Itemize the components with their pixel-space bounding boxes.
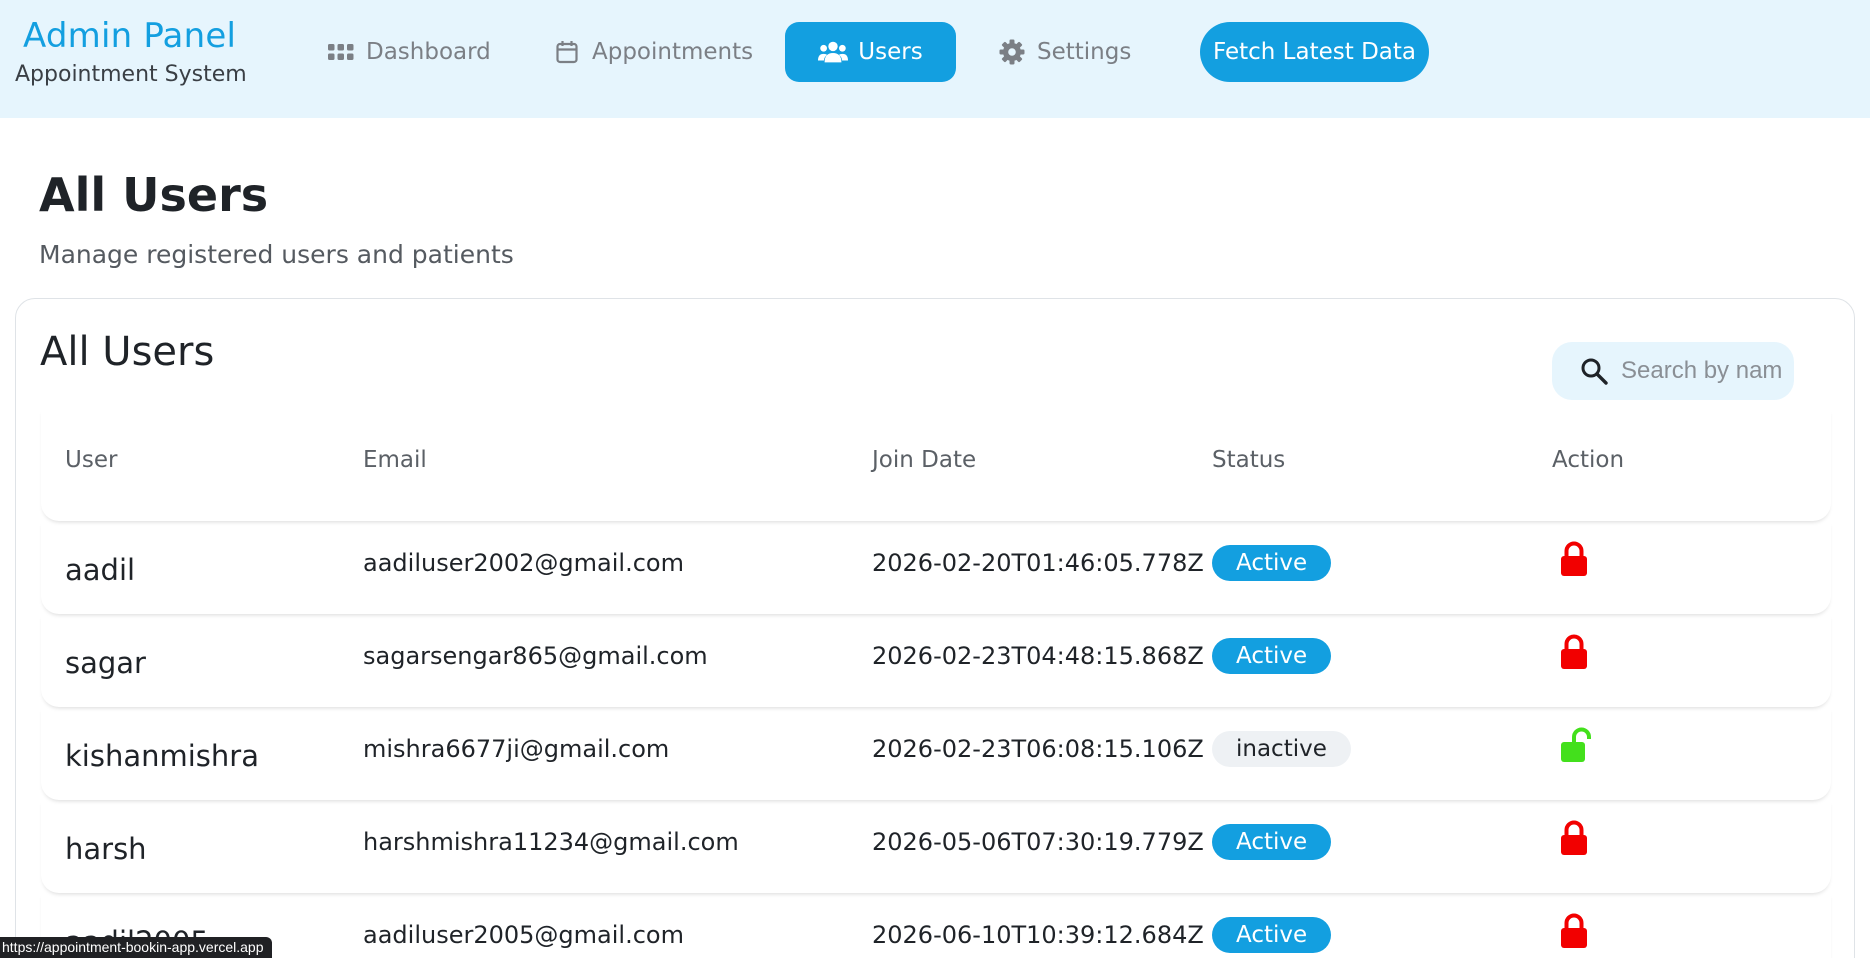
lock-icon xyxy=(1561,634,1587,669)
table-header: User Email Join Date Status Action xyxy=(41,409,1831,521)
user-name: sagar xyxy=(65,646,146,680)
status-badge: Active xyxy=(1212,638,1332,674)
table-row: harsh harshmishra11234@gmail.com 2026-05… xyxy=(41,800,1831,893)
user-name: harsh xyxy=(65,832,147,866)
search-box[interactable] xyxy=(1552,342,1794,400)
column-header-email: Email xyxy=(363,447,427,473)
gear-icon xyxy=(997,37,1027,67)
block-user-button[interactable] xyxy=(1559,539,1589,583)
nav-users-label: Users xyxy=(858,39,923,65)
status-badge: Active xyxy=(1212,545,1332,581)
brand-title: Admin Panel xyxy=(23,16,237,56)
nav-dashboard-label: Dashboard xyxy=(366,39,491,65)
user-email: sagarsengar865@gmail.com xyxy=(363,642,708,670)
lock-icon xyxy=(1561,913,1587,948)
users-table: User Email Join Date Status Action aadil… xyxy=(41,409,1831,958)
nav-settings-label: Settings xyxy=(1037,39,1132,65)
page-subtitle: Manage registered users and patients xyxy=(39,240,514,269)
page-title: All Users xyxy=(39,168,269,222)
unlock-icon xyxy=(1561,727,1591,762)
nav-appointments-label: Appointments xyxy=(592,39,754,65)
user-name: kishanmishra xyxy=(65,739,259,773)
users-card: All Users User Email Join Date Status Ac… xyxy=(15,298,1855,958)
users-icon xyxy=(818,37,849,67)
user-join-date: 2026-02-23T06:08:15.106Z xyxy=(872,735,1204,763)
status-badge: Active xyxy=(1212,824,1332,860)
lock-icon xyxy=(1561,820,1587,855)
card-title: All Users xyxy=(40,329,215,375)
column-header-action: Action xyxy=(1552,447,1625,473)
block-user-button[interactable] xyxy=(1559,911,1589,955)
user-join-date: 2026-02-20T01:46:05.778Z xyxy=(872,549,1204,577)
user-join-date: 2026-02-23T04:48:15.868Z xyxy=(872,642,1204,670)
nav-users[interactable]: Users xyxy=(785,22,956,82)
fetch-latest-data-button[interactable]: Fetch Latest Data xyxy=(1200,22,1429,82)
nav-settings[interactable]: Settings xyxy=(997,22,1131,82)
search-icon xyxy=(1581,358,1608,385)
status-badge: Active xyxy=(1212,917,1332,953)
top-navigation-bar: Admin Panel Appointment System Dashboard… xyxy=(0,0,1870,118)
search-input[interactable] xyxy=(1621,357,1781,385)
table-row: kishanmishra mishra6677ji@gmail.com 2026… xyxy=(41,707,1831,800)
column-header-user: User xyxy=(65,447,118,473)
block-user-button[interactable] xyxy=(1559,818,1589,862)
user-join-date: 2026-05-06T07:30:19.779Z xyxy=(872,828,1204,856)
calendar-icon xyxy=(552,37,582,67)
user-email: aadiluser2002@gmail.com xyxy=(363,549,684,577)
column-header-status: Status xyxy=(1212,447,1286,473)
user-email: aadiluser2005@gmail.com xyxy=(363,921,684,949)
status-badge: inactive xyxy=(1212,731,1351,767)
block-user-button[interactable] xyxy=(1559,632,1589,676)
grid-icon xyxy=(326,37,356,67)
lock-icon xyxy=(1561,541,1587,576)
nav-appointments[interactable]: Appointments xyxy=(552,22,753,82)
user-name: aadil xyxy=(65,553,136,587)
user-email: mishra6677ji@gmail.com xyxy=(363,735,670,763)
nav-dashboard[interactable]: Dashboard xyxy=(326,22,491,82)
table-row: aadil2005 aadiluser2005@gmail.com 2026-0… xyxy=(41,893,1831,958)
brand-subtitle: Appointment System xyxy=(15,62,247,87)
link-url-tooltip: https://appointment-bookin-app.vercel.ap… xyxy=(0,937,272,958)
user-email: harshmishra11234@gmail.com xyxy=(363,828,739,856)
table-row: sagar sagarsengar865@gmail.com 2026-02-2… xyxy=(41,614,1831,707)
column-header-join-date: Join Date xyxy=(872,447,977,473)
table-row: aadil aadiluser2002@gmail.com 2026-02-20… xyxy=(41,521,1831,614)
user-join-date: 2026-06-10T10:39:12.684Z xyxy=(872,921,1204,949)
unblock-user-button[interactable] xyxy=(1559,725,1593,769)
